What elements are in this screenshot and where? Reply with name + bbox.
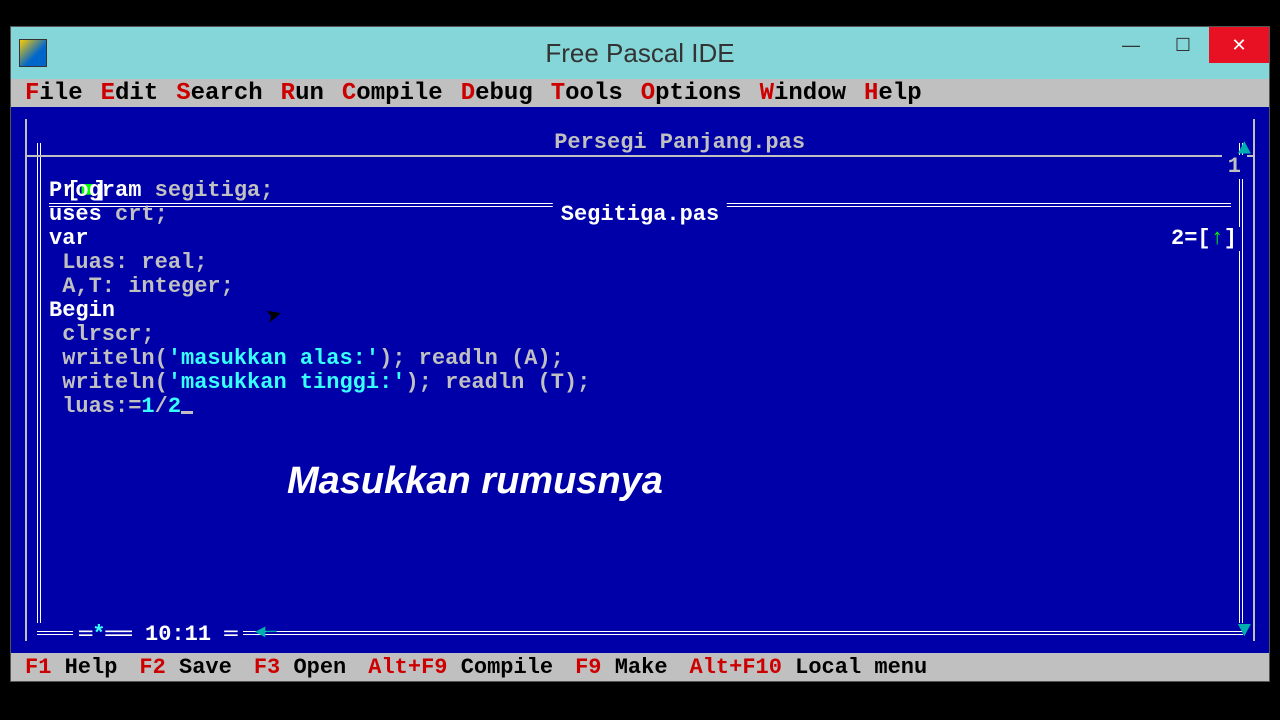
statusbar: F1 Help F2 Save F3 Open Alt+F9 Compile F… [11,653,1269,681]
window-controls: — ☐ ✕ [1105,27,1269,63]
status-save[interactable]: F2 Save [139,655,231,680]
scroll-left-icon[interactable]: ◄─ [255,621,277,645]
code-string: 'masukkan alas:' [168,346,379,371]
code-line: clrscr; [49,322,155,347]
close-button[interactable]: ✕ [1209,27,1269,63]
window-title: Free Pascal IDE [545,38,734,69]
code-token: var [49,226,89,251]
background-tab-label: Persegi Panjang.pas [546,130,813,155]
status-make[interactable]: F9 Make [575,655,667,680]
code-token: segitiga [155,178,261,203]
editor-area[interactable]: Persegi Panjang.pas 1 [■] Segitiga.pas 2… [11,107,1269,653]
code-token: ; [260,178,273,203]
background-tab-number: 1 [1222,155,1247,179]
code-token: / [155,394,168,419]
code-token: writeln( [49,370,168,395]
code-token: uses [49,202,115,227]
menu-run[interactable]: Run [281,80,324,107]
tab-zoom-box[interactable]: 2=[↑] [1167,227,1241,251]
cursor-position: ═*══ 10:11 ═ [73,623,243,647]
code-line: A,T: integer; [49,274,234,299]
status-local-menu[interactable]: Alt+F10 Local menu [690,655,928,680]
menu-debug[interactable]: Debug [461,80,533,107]
menu-window[interactable]: Window [760,80,846,107]
menu-search[interactable]: Search [176,80,262,107]
menu-compile[interactable]: Compile [342,80,443,107]
app-icon [19,39,47,67]
status-help[interactable]: F1 Help [25,655,117,680]
overlay-caption: Masukkan rumusnya [287,469,663,493]
code-line: Luas: real; [49,250,207,275]
code-token: Begin [49,298,115,323]
titlebar[interactable]: Free Pascal IDE — ☐ ✕ [11,27,1269,79]
code-content[interactable]: Program segitiga; uses crt; var Luas: re… [49,155,590,419]
code-token: crt; [115,202,168,227]
code-token: ); readln (T); [405,370,590,395]
code-token: luas:= [49,394,141,419]
code-token: ); readln (A); [379,346,564,371]
code-token: writeln( [49,346,168,371]
menu-help[interactable]: Help [864,80,922,107]
menu-options[interactable]: Options [641,80,742,107]
menu-tools[interactable]: Tools [551,80,623,107]
minimize-button[interactable]: — [1105,27,1157,63]
code-number: 2 [168,394,181,419]
menu-edit[interactable]: Edit [101,80,159,107]
maximize-button[interactable]: ☐ [1157,27,1209,63]
code-token: Program [49,178,155,203]
code-string: 'masukkan tinggi:' [168,370,406,395]
status-open[interactable]: F3 Open [254,655,346,680]
scroll-corner-icon[interactable]: ▼ [1238,619,1251,643]
app-window: Free Pascal IDE — ☐ ✕ File Edit Search R… [10,26,1270,682]
menubar: File Edit Search Run Compile Debug Tools… [11,79,1269,107]
text-cursor [181,411,193,414]
status-compile[interactable]: Alt+F9 Compile [368,655,553,680]
menu-file[interactable]: File [25,80,83,107]
code-number: 1 [141,394,154,419]
